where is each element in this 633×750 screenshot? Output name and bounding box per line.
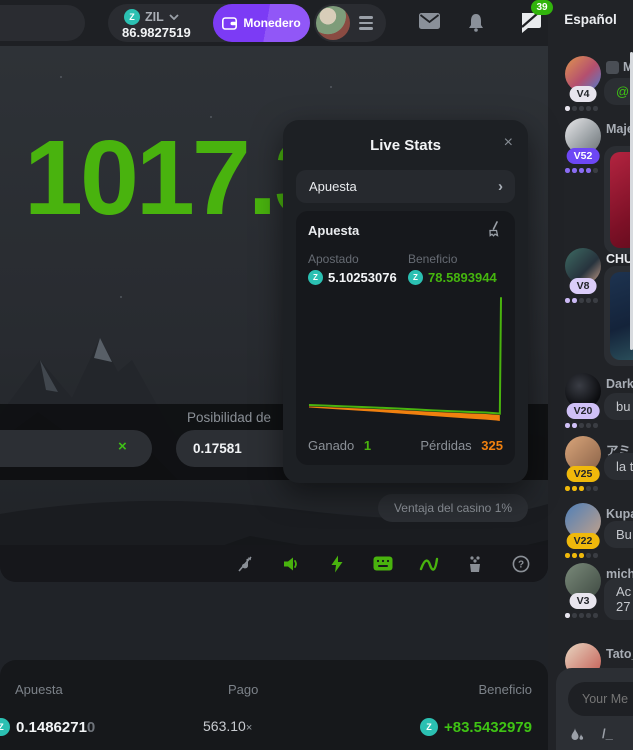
target-multiplier-input[interactable] <box>0 430 152 467</box>
seed-icon[interactable] <box>464 553 486 575</box>
chat-username[interactable]: CHUZ <box>606 252 633 266</box>
chat-username[interactable]: Tato_ <box>606 647 633 661</box>
win-chance-label: Posibilidad de <box>187 410 271 425</box>
chat-image-message[interactable] <box>604 146 633 254</box>
notifications-badge: 39 <box>531 0 553 15</box>
level-progress-dots <box>565 106 598 111</box>
house-edge-button[interactable]: Ventaja del casino 1% <box>378 494 528 522</box>
wins-label: Ganado <box>308 438 354 453</box>
chat-sidebar: Español V4Mi@V52MajeV8CHUZV20DarkbuV25アミ… <box>548 0 633 750</box>
chat-text-message[interactable]: Bu <box>604 521 633 548</box>
currency-selector[interactable]: Z ZIL 86.9827519 Monedero <box>108 4 310 42</box>
svg-text:?: ? <box>518 559 524 570</box>
chat-message-input[interactable] <box>568 682 633 716</box>
live-stats-panel: Live Stats × Apuesta › Apuesta Apostado … <box>283 120 528 483</box>
turbo-icon[interactable] <box>326 553 348 575</box>
live-stats-icon[interactable] <box>418 553 440 575</box>
commands-slash-icon[interactable]: /_ <box>602 726 613 742</box>
bell-icon[interactable] <box>467 13 485 32</box>
hotkeys-icon[interactable] <box>372 553 394 575</box>
level-progress-dots <box>565 168 598 173</box>
chat-image-message[interactable] <box>604 266 633 366</box>
wins-value: 1 <box>364 438 371 453</box>
live-stats-chart <box>308 293 503 423</box>
losses-label: Pérdidas <box>420 438 471 453</box>
wagered-value: 5.10253076 <box>328 270 397 285</box>
level-progress-dots <box>565 613 598 618</box>
chat-input-panel: /_ <box>556 668 633 750</box>
chat-username[interactable]: Maje <box>606 122 633 136</box>
result-header-profit: Beneficio <box>479 682 532 697</box>
rain-drop-icon[interactable] <box>570 726 584 742</box>
live-stats-title: Live Stats <box>283 137 528 154</box>
chevron-down-icon <box>169 14 179 20</box>
level-progress-dots <box>565 298 598 303</box>
last-bet-result-bar: Apuesta Pago Beneficio Z 0.14862710 563.… <box>0 660 548 750</box>
chat-username[interactable]: Mi <box>606 60 633 74</box>
result-header-payout: Pago <box>228 682 258 697</box>
chat-text-message[interactable]: la t <box>604 453 633 480</box>
game-toolbar: ? <box>0 545 548 582</box>
stats-card-title: Apuesta <box>308 223 503 238</box>
wallet-balance: 86.9827519 <box>122 25 191 40</box>
mail-icon[interactable] <box>419 13 440 29</box>
profit-value: 78.5893944 <box>428 270 497 285</box>
stats-card: Apuesta Apostado Z 5.10253076 Beneficio … <box>296 211 515 465</box>
level-progress-dots <box>565 423 598 428</box>
help-icon[interactable]: ? <box>510 553 532 575</box>
level-badge: V22 <box>567 533 600 549</box>
chat-language-room[interactable]: Español <box>548 12 633 27</box>
search-input[interactable] <box>0 5 85 41</box>
level-badge: V4 <box>570 86 597 102</box>
selector-value: Apuesta <box>296 179 357 194</box>
profit-line <box>309 297 501 413</box>
level-badge: V52 <box>567 148 600 164</box>
result-profit-value: Z +83.5432979 <box>420 718 532 736</box>
currency-code: ZIL <box>145 10 164 24</box>
zil-coin-icon: Z <box>420 718 438 736</box>
level-progress-dots <box>565 486 598 491</box>
profit-label: Beneficio <box>408 252 497 266</box>
chat-text-message[interactable]: bu <box>604 393 633 420</box>
result-payout-value: 563.10× <box>203 718 252 734</box>
music-off-icon[interactable] <box>234 553 256 575</box>
zil-coin-icon: Z <box>408 270 423 285</box>
level-badge: V3 <box>570 593 597 609</box>
result-header-bet: Apuesta <box>15 682 63 697</box>
zil-coin-icon: Z <box>124 9 140 25</box>
zil-coin-icon: Z <box>0 718 10 736</box>
stats-game-selector[interactable]: Apuesta › <box>296 170 515 203</box>
losses-value: 325 <box>481 438 503 453</box>
top-navbar: Z ZIL 86.9827519 Monedero 39 <box>0 0 548 46</box>
mask-emoji-icon <box>606 61 619 74</box>
chat-username[interactable]: Dark <box>606 377 633 391</box>
chevron-right-icon: › <box>485 170 503 203</box>
user-menu[interactable] <box>314 4 386 42</box>
chat-text-message[interactable]: Ac27 <box>604 578 633 620</box>
wallet-button-label: Monedero <box>243 16 300 30</box>
wagered-label: Apostado <box>308 252 408 266</box>
close-icon[interactable]: × <box>504 134 513 152</box>
zil-coin-icon: Z <box>308 270 323 285</box>
chat-username[interactable]: Kupa <box>606 507 633 521</box>
wallet-button[interactable]: Monedero <box>213 4 310 42</box>
wallet-icon <box>222 17 237 30</box>
level-badge: V20 <box>567 403 600 419</box>
multiplier-x-symbol: × <box>118 438 127 455</box>
result-bet-value: Z 0.14862710 <box>0 718 95 736</box>
level-badge: V25 <box>567 466 600 482</box>
reset-stats-icon[interactable] <box>487 221 503 237</box>
level-badge: V8 <box>570 278 597 294</box>
sound-icon[interactable] <box>280 553 302 575</box>
chat-text-message[interactable]: @ <box>604 78 633 105</box>
level-progress-dots <box>565 553 598 558</box>
menu-icon <box>359 16 373 30</box>
avatar[interactable] <box>316 6 350 40</box>
